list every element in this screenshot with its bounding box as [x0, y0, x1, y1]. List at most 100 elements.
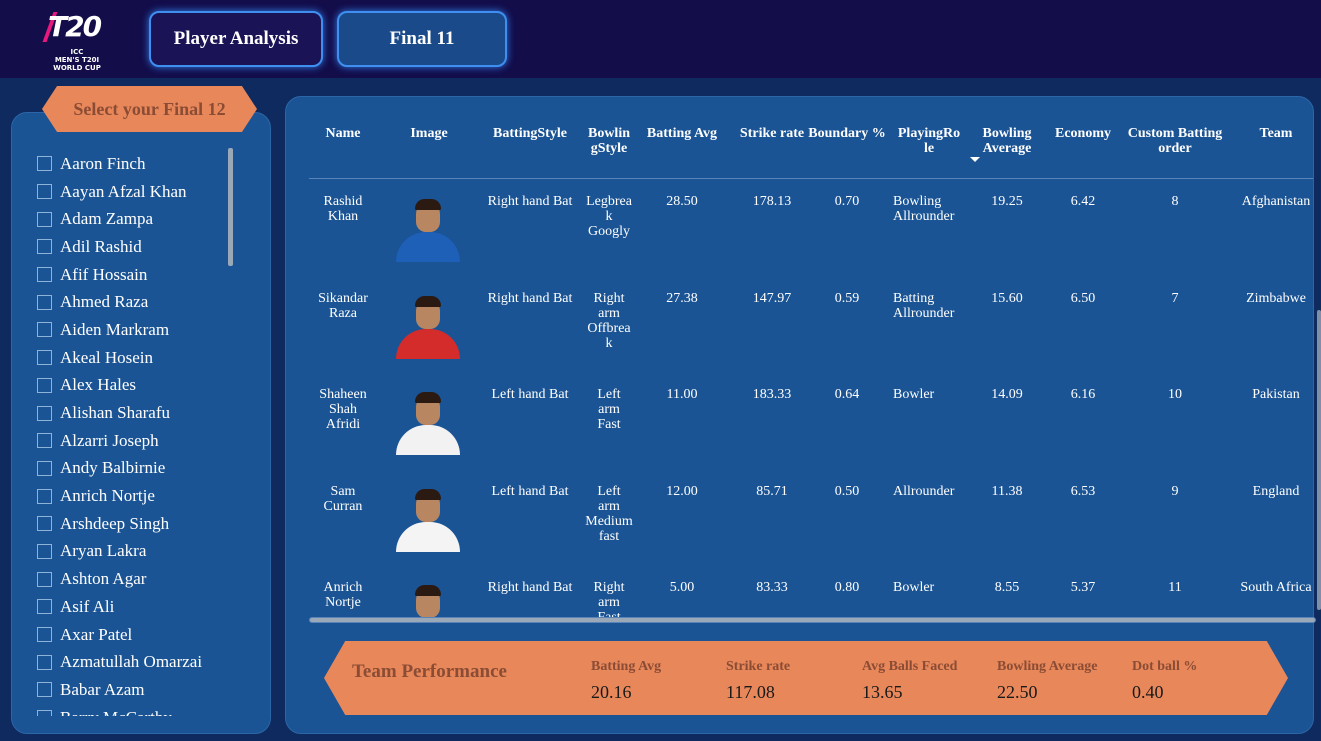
player-option[interactable]: Barry McCarthy [37, 704, 227, 716]
sort-descending-icon[interactable] [970, 157, 980, 162]
player-option[interactable]: Arshdeep Singh [37, 510, 227, 538]
table-row[interactable]: Rashid Khan Right hand Bat Legbrea k Googl… [309, 180, 1319, 277]
player-option[interactable]: Andy Balbirnie [37, 455, 227, 483]
player-option-label: Aayan Afzal Khan [60, 181, 187, 201]
checkbox[interactable] [37, 627, 52, 643]
table-row[interactable]: Sam Curran Left hand Bat Left arm Medium f… [309, 470, 1319, 567]
column-header[interactable]: Name [309, 126, 377, 141]
player-option[interactable]: Axar Patel [37, 621, 227, 649]
checkbox[interactable] [37, 267, 52, 283]
bowling-average-cell: 8.55 [994, 580, 1020, 596]
team-cell: Afghanistan [1241, 194, 1311, 209]
batting-order-cell: 11 [1168, 580, 1182, 596]
playing-role-cell: Bowler [893, 387, 935, 403]
player-option[interactable]: Alex Hales [37, 372, 227, 400]
batting-avg-cell: 12.00 [666, 483, 698, 499]
kpi-label: Dot ball % [1132, 659, 1198, 674]
final-11-button[interactable]: Final 11 [337, 11, 507, 67]
player-option[interactable]: Afif Hossain [37, 261, 227, 289]
player-option-label: Azmatullah Omarzai [60, 652, 203, 672]
player-option-label: Ashton Agar [60, 569, 147, 589]
column-header[interactable]: PlayingRo le [893, 126, 965, 156]
team-cell: England [1252, 483, 1300, 499]
player-option[interactable]: Ahmed Raza [37, 288, 227, 316]
checkbox[interactable] [37, 571, 52, 587]
checkbox[interactable] [37, 599, 52, 615]
checkbox[interactable] [37, 710, 52, 716]
player-option[interactable]: Aiden Markram [37, 316, 227, 344]
checkbox[interactable] [37, 377, 52, 393]
checkbox[interactable] [37, 156, 52, 172]
kpi-label: Strike rate [726, 659, 791, 674]
checkbox[interactable] [37, 488, 52, 504]
team-performance-title: Team Performance [352, 661, 507, 682]
column-header[interactable]: Boundary % [805, 126, 889, 141]
playing-role-cell: Batting Allrounder [893, 290, 955, 321]
player-name-cell: Anrich Nortje [323, 580, 363, 611]
checkbox[interactable] [37, 294, 52, 310]
checkbox[interactable] [37, 516, 52, 532]
checkbox[interactable] [37, 322, 52, 338]
column-header[interactable]: BattingStyle [479, 126, 581, 141]
table-row[interactable]: Anrich Nortje Right hand Bat Right arm Fas… [309, 566, 1319, 617]
player-name-cell: Sikandar Raza [318, 290, 368, 321]
column-header[interactable]: Image [385, 126, 473, 141]
bowling-average-cell: 19.25 [991, 194, 1023, 209]
logo-subtext: ICC MEN'S T20I WORLD CUP [53, 48, 101, 72]
player-option-label: Anrich Nortje [60, 486, 155, 506]
checkbox[interactable] [37, 654, 52, 670]
column-header[interactable]: Custom Batting order [1121, 126, 1229, 156]
table-row[interactable]: Sikandar Raza Right hand Bat Right arm Off… [309, 277, 1319, 374]
player-list-scrollbar[interactable] [228, 148, 233, 266]
kpi-value: 0.40 [1132, 682, 1164, 702]
player-option[interactable]: Alishan Sharafu [37, 399, 227, 427]
checkbox[interactable] [37, 211, 52, 227]
column-header[interactable]: Bowling Average [975, 126, 1039, 156]
checkbox[interactable] [37, 682, 52, 698]
checkbox[interactable] [37, 239, 52, 255]
checkbox[interactable] [37, 350, 52, 366]
player-checkbox-list[interactable]: Aaron Finch Aayan Afzal Khan Adam Zampa Adi… [37, 150, 227, 716]
checkbox[interactable] [37, 184, 52, 200]
economy-cell: 5.37 [1070, 580, 1096, 596]
checkbox[interactable] [37, 460, 52, 476]
player-option-label: Akeal Hosein [60, 347, 154, 367]
player-option[interactable]: Asif Ali [37, 593, 227, 621]
bowling-average-cell: 11.38 [991, 483, 1023, 499]
checkbox[interactable] [37, 433, 52, 449]
column-header[interactable]: Team [1235, 126, 1317, 141]
player-option[interactable]: Alzarri Joseph [37, 427, 227, 455]
player-option[interactable]: Babar Azam [37, 676, 227, 704]
player-option[interactable]: Azmatullah Omarzai [37, 648, 227, 676]
t20-world-cup-logo: T20 ICC MEN'S T20I WORLD CUP [42, 6, 110, 72]
checkbox[interactable] [37, 543, 52, 559]
player-option-label: Alishan Sharafu [60, 403, 171, 423]
playing-role-cell: Bowler [893, 580, 935, 596]
player-option[interactable]: Aaron Finch [37, 150, 227, 178]
table-horizontal-scrollbar[interactable] [309, 617, 1316, 623]
player-option[interactable]: Akeal Hosein [37, 344, 227, 372]
player-option[interactable]: Aryan Lakra [37, 538, 227, 566]
player-analysis-button[interactable]: Player Analysis [149, 11, 323, 67]
player-option[interactable]: Ashton Agar [37, 565, 227, 593]
player-option-label: Aiden Markram [60, 319, 170, 339]
player-option[interactable]: Adam Zampa [37, 205, 227, 233]
player-option[interactable]: Anrich Nortje [37, 482, 227, 510]
boundary-pct-cell: 0.70 [834, 194, 860, 209]
column-header[interactable]: Batting Avg [641, 126, 723, 141]
player-option[interactable]: Adil Rashid [37, 233, 227, 261]
column-header[interactable]: Bowlin gStyle [583, 126, 635, 156]
column-header[interactable]: Economy [1047, 126, 1119, 141]
boundary-pct-cell: 0.50 [834, 483, 860, 499]
batting-order-cell: 9 [1171, 483, 1179, 499]
checkbox[interactable] [37, 405, 52, 421]
batting-order-cell: 7 [1171, 290, 1179, 306]
table-row[interactable]: Shaheen Shah Afridi Left hand Bat Left arm… [309, 373, 1319, 470]
player-option-label: Arshdeep Singh [60, 513, 170, 533]
player-option-label: Afif Hossain [60, 264, 148, 284]
table-vertical-scrollbar[interactable] [1317, 310, 1321, 610]
player-photo [393, 582, 463, 617]
bowling-style-cell: Legbrea k Googly [586, 194, 632, 239]
player-option-label: Axar Patel [60, 624, 133, 644]
player-option[interactable]: Aayan Afzal Khan [37, 178, 227, 206]
